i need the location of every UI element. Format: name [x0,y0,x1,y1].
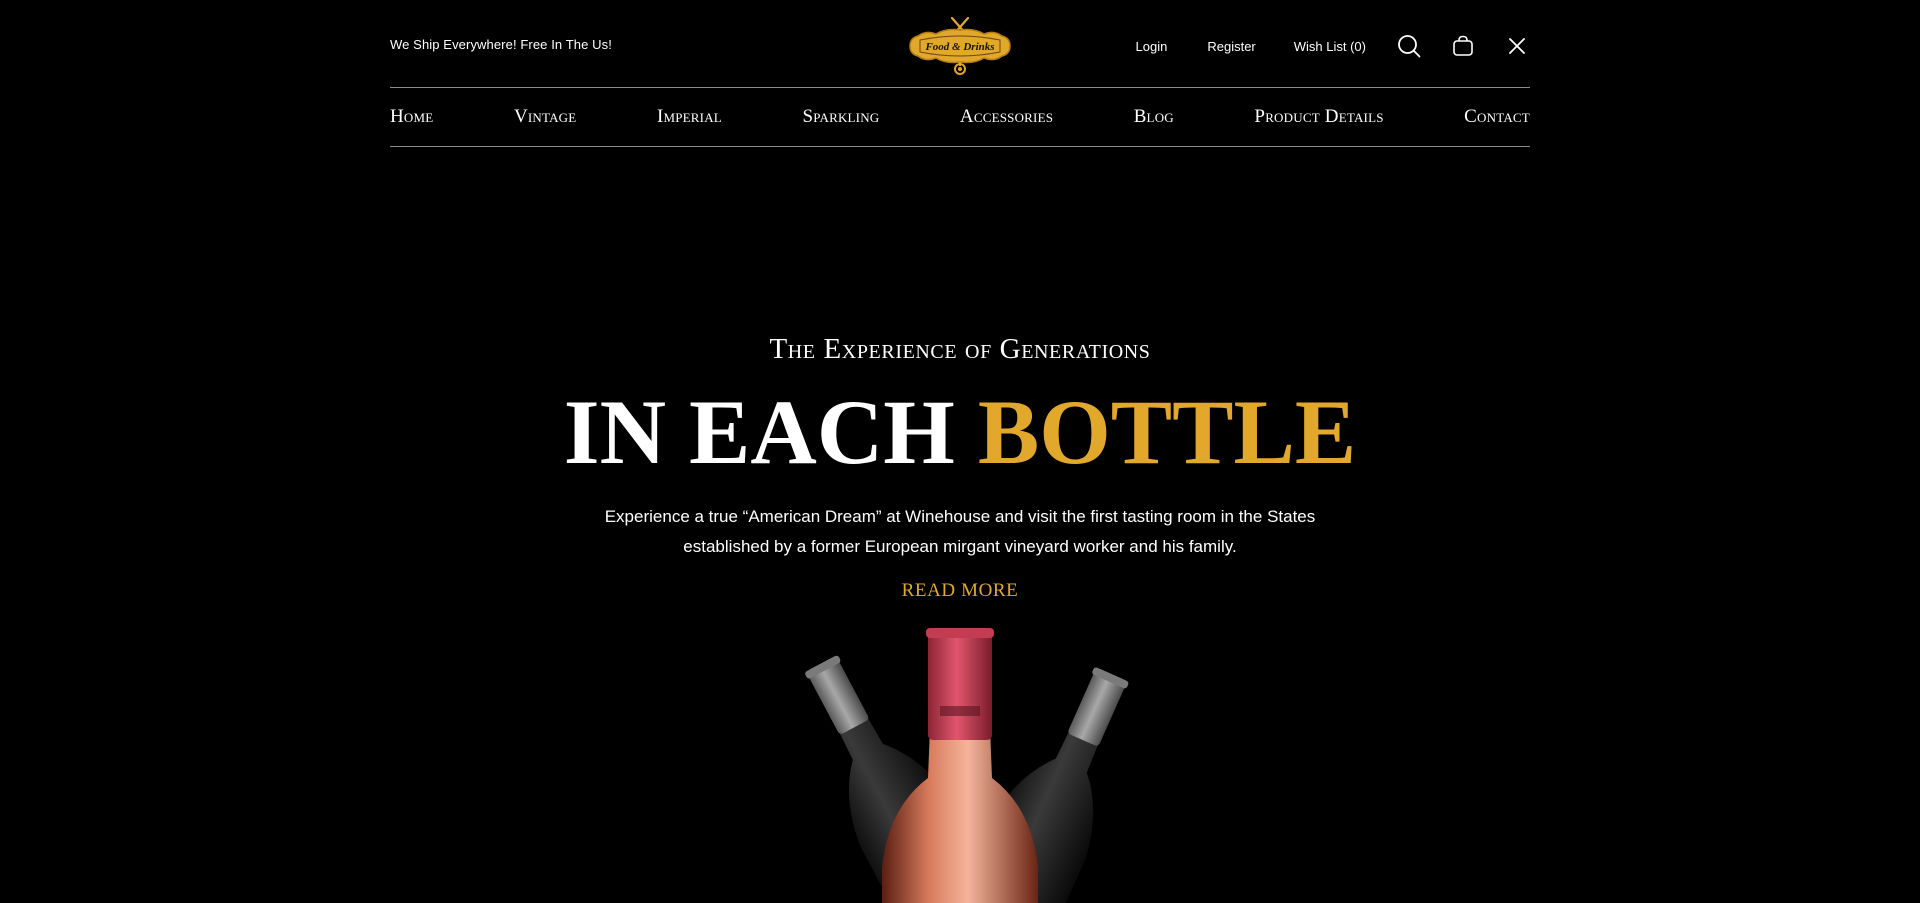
close-icon [1509,38,1525,54]
search-button[interactable] [1396,33,1422,59]
wishlist-link[interactable]: Wish List (0) [1294,39,1366,54]
search-icon [1398,35,1421,58]
main-nav: Home Vintage Imperial Sparkling Accessor… [390,87,1530,147]
headline-gold-part: bottle [977,381,1357,483]
nav-item-contact[interactable]: Contact [1464,106,1530,128]
nav-item-accessories[interactable]: Accessories [960,106,1053,128]
nav-item-imperial[interactable]: Imperial [657,106,722,128]
site-logo[interactable]: Food & Drinks [906,14,1014,78]
shipping-note: We Ship Everywhere! Free In The Us! [390,37,612,52]
hero-description: Experience a true “American Dream” at Wi… [604,507,1316,556]
nav-item-product-details[interactable]: Product Details [1254,106,1383,128]
wine-bottles-illustration [805,628,1129,903]
logo-emblem: Food & Drinks [909,16,1011,75]
top-header: We Ship Everywhere! Free In The Us! Food… [390,0,1530,88]
login-link[interactable]: Login [1136,39,1168,54]
register-link[interactable]: Register [1207,39,1255,54]
header-actions: Login Register Wish List (0) [1136,30,1530,62]
nav-item-home[interactable]: Home [390,106,433,128]
hero-eyebrow: The Experience of Generations [769,333,1151,365]
nav-item-blog[interactable]: Blog [1134,106,1174,128]
hero-section: The Experience of Generations In each bo… [0,320,1920,602]
read-more-link[interactable]: READ MORE [902,580,1019,602]
nav-item-vintage[interactable]: Vintage [514,106,576,128]
logo-text: Food & Drinks [924,41,994,53]
shopping-bag-icon [1453,35,1473,56]
hero-headline: In each bottle [0,384,1920,480]
headline-white-part: In each [563,381,955,483]
wine-bottles-image [720,620,1200,903]
nav-item-sparkling[interactable]: Sparkling [802,106,879,128]
close-button[interactable] [1504,33,1530,59]
page: We Ship Everywhere! Free In The Us! Food… [0,0,1920,903]
cart-button[interactable] [1450,33,1476,59]
